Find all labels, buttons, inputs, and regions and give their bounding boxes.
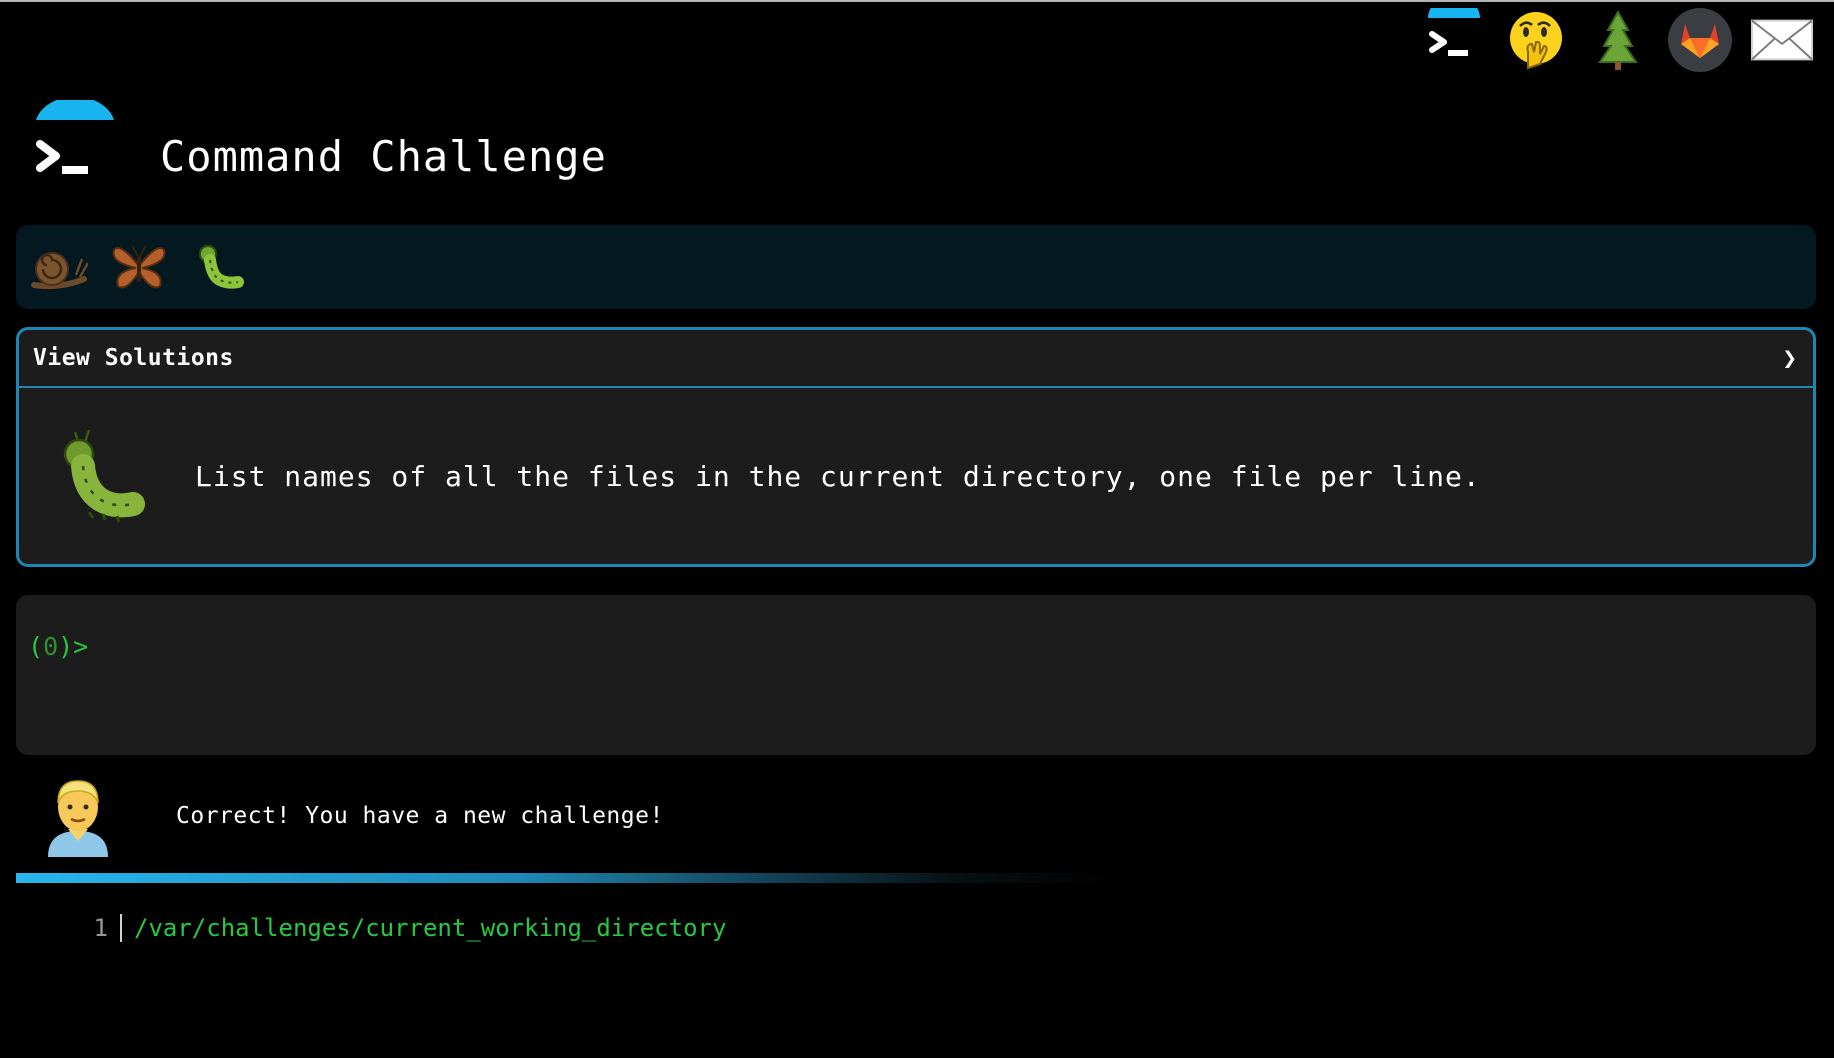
envelope-icon[interactable]: [1750, 8, 1814, 72]
terminal-logo-icon[interactable]: [1422, 8, 1486, 72]
output-line: 1 /var/challenges/current_working_direct…: [88, 914, 726, 942]
line-number: 1: [93, 914, 108, 942]
prompt-open-paren: (: [28, 632, 44, 661]
caterpillar-icon: [49, 426, 149, 526]
butterfly-icon[interactable]: [110, 238, 168, 296]
chevron-right-icon: ❯: [1782, 344, 1797, 372]
top-icon-bar: [1422, 8, 1814, 72]
prompt-close: )>: [58, 632, 89, 661]
tree-icon[interactable]: [1586, 8, 1650, 72]
person-avatar-icon: [38, 775, 118, 857]
prompt-count: 0: [43, 632, 59, 661]
gitlab-icon-background: [1668, 8, 1732, 72]
view-solutions-label: View Solutions: [33, 345, 234, 371]
terminal-input-area[interactable]: ( 0 )>: [16, 595, 1816, 755]
line-separator: [120, 914, 122, 942]
output-divider: [16, 873, 1116, 883]
gitlab-icon[interactable]: [1668, 8, 1732, 72]
challenge-description: List names of all the files in the curre…: [195, 459, 1481, 493]
command-input[interactable]: [105, 631, 1610, 662]
output-text: /var/challenges/current_working_director…: [134, 914, 727, 942]
feedback-message: Correct! You have a new challenge!: [176, 803, 664, 829]
terminal-prompt: ( 0 )>: [28, 632, 88, 661]
feedback-row: Correct! You have a new challenge!: [38, 775, 664, 857]
caterpillar-icon[interactable]: [190, 238, 248, 296]
top-border-line: [0, 0, 1834, 2]
snail-icon[interactable]: [30, 238, 88, 296]
page-title: Command Challenge: [160, 132, 607, 181]
hand-over-mouth-emoji-icon[interactable]: [1504, 8, 1568, 72]
site-logo-icon[interactable]: [30, 96, 120, 190]
challenge-panel: View Solutions ❯ List names of all the f…: [16, 327, 1816, 567]
challenge-body: List names of all the files in the curre…: [19, 388, 1813, 564]
level-strip: [16, 225, 1816, 309]
view-solutions-toggle[interactable]: View Solutions ❯: [19, 330, 1813, 388]
